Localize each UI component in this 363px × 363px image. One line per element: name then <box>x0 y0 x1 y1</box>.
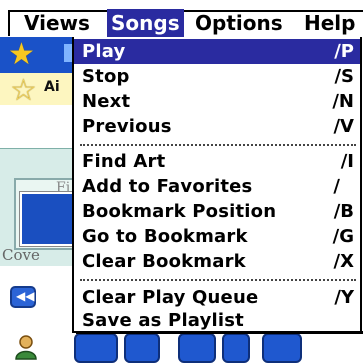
menu-item-shortcut: ∕ <box>333 176 340 197</box>
rewind-button[interactable]: ◀◀ <box>10 286 36 308</box>
songs-dropdown-menu: Play ∕P Stop ∕S Next ∕N Previous ∕V Find… <box>72 37 362 333</box>
menu-item-clear-bookmark[interactable]: Clear Bookmark ∕X <box>74 249 360 274</box>
menu-help[interactable]: Help <box>304 9 355 37</box>
menu-item-shortcut: ∕B <box>333 201 354 222</box>
transport-controls <box>60 333 363 363</box>
menu-item-go-to-bookmark[interactable]: Go to Bookmark ∕G <box>74 224 360 249</box>
menu-item-shortcut: ∕S <box>334 66 354 87</box>
menu-item-add-to-favorites[interactable]: Add to Favorites ∕ <box>74 174 360 199</box>
menu-item-label: Bookmark Position <box>82 201 277 222</box>
menu-songs[interactable]: Songs <box>107 9 184 37</box>
menu-item-label: Play <box>82 41 126 62</box>
cover-label: Cove <box>2 246 40 264</box>
menu-item-shortcut: ∕G <box>332 226 354 247</box>
menu-separator <box>80 279 356 281</box>
menu-item-label: Save as Playlist <box>82 310 244 331</box>
menu-item-label: Stop <box>82 66 130 87</box>
menu-options[interactable]: Options <box>195 9 283 37</box>
menu-item-label: Previous <box>82 116 172 137</box>
menu-item-shortcut: ∕V <box>333 116 354 137</box>
menu-item-bookmark-position[interactable]: Bookmark Position ∕B <box>74 199 360 224</box>
transport-button[interactable] <box>222 333 250 363</box>
scroll-arrow-icon <box>64 44 72 62</box>
menu-item-find-art[interactable]: Find Art ∕I <box>74 149 360 174</box>
menu-separator <box>80 144 356 146</box>
menu-views[interactable]: Views <box>24 9 90 37</box>
menu-item-label: Clear Bookmark <box>82 251 246 272</box>
menu-item-label: Go to Bookmark <box>82 226 248 247</box>
transport-button[interactable] <box>262 333 302 363</box>
menu-item-next[interactable]: Next ∕N <box>74 89 360 114</box>
transport-button[interactable] <box>124 333 160 363</box>
background-row-text: Ai <box>44 79 60 95</box>
menu-item-shortcut: ∕X <box>333 251 354 272</box>
menu-item-play[interactable]: Play ∕P <box>74 39 360 64</box>
menu-item-label: Clear Play Queue <box>82 287 259 308</box>
menu-item-clear-play-queue[interactable]: Clear Play Queue ∕Y <box>74 285 360 310</box>
star-outline-icon: ☆ <box>10 73 37 108</box>
menu-item-previous[interactable]: Previous ∕V <box>74 114 360 139</box>
menu-item-shortcut: ∕N <box>332 91 354 112</box>
menu-item-save-as-playlist[interactable]: Save as Playlist <box>74 308 360 333</box>
rewind-icon: ◀◀ <box>16 289 35 303</box>
menu-item-label: Next <box>82 91 131 112</box>
menu-item-stop[interactable]: Stop ∕S <box>74 64 360 89</box>
menu-item-shortcut: ∕Y <box>334 287 354 308</box>
menu-item-label: Find Art <box>82 151 166 172</box>
menu-item-shortcut: ∕P <box>334 41 354 62</box>
user-icon[interactable] <box>14 334 38 360</box>
album-art[interactable] <box>19 191 77 247</box>
transport-button[interactable] <box>178 333 216 363</box>
transport-button[interactable] <box>74 333 118 363</box>
menu-item-label: Add to Favorites <box>82 176 253 197</box>
menu-item-shortcut: ∕I <box>340 151 354 172</box>
star-icon: ★ <box>8 37 35 72</box>
